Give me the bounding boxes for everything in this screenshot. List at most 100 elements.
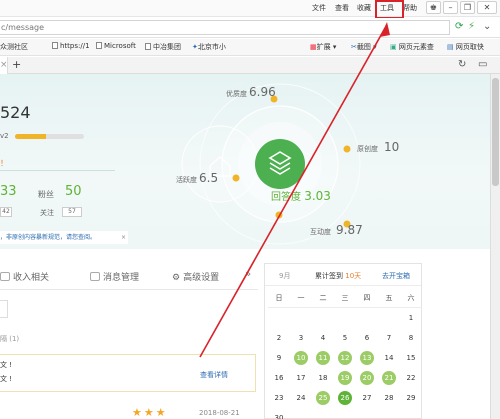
fans-value: 50 <box>65 184 82 199</box>
inspect-button[interactable]: ▣ 网页元素查 <box>390 42 434 52</box>
calendar-day[interactable]: 16 <box>272 371 286 385</box>
level-progress-fill <box>15 134 47 139</box>
menu-favorites[interactable]: 收藏 <box>357 3 371 13</box>
sign-days: 10天 <box>345 272 362 280</box>
calendar-day[interactable]: 9 <box>272 351 286 365</box>
extensions-label: 扩展 <box>316 43 331 51</box>
calendar-day[interactable]: 1 <box>404 311 418 325</box>
calendar-day[interactable]: 29 <box>404 391 418 405</box>
calendar-day[interactable]: 27 <box>360 391 374 405</box>
calendar-day[interactable]: 2 <box>272 331 286 345</box>
maximize-icon[interactable]: ❐ <box>460 1 475 14</box>
bookmark-community[interactable]: 众测社区 <box>0 42 28 52</box>
calendar-day[interactable]: 30 <box>272 411 286 419</box>
tab-list-icon[interactable]: ▭ <box>478 59 487 70</box>
follow-label: 关注 <box>40 209 54 217</box>
capture-button[interactable]: ▤ 网页取快 <box>447 42 484 52</box>
menu-file[interactable]: 文件 <box>312 3 326 13</box>
metric-value: 6.5 <box>199 171 219 185</box>
more-icon[interactable]: » <box>245 269 251 280</box>
tab-bar: × + ↻ ▭ <box>0 57 500 74</box>
calendar-day[interactable]: 19 <box>338 371 352 385</box>
weekday-label: 六 <box>407 294 415 302</box>
notice-bar[interactable]: ，非原创内容暴新规范，请您查阅。 × <box>0 231 128 244</box>
close-icon[interactable]: ✕ <box>477 1 497 14</box>
camera-icon: ▤ <box>447 43 454 51</box>
calendar-day[interactable]: 12 <box>338 351 352 365</box>
menu-view[interactable]: 查看 <box>335 3 349 13</box>
filter-field[interactable] <box>0 300 8 318</box>
calendar-day[interactable]: 21 <box>382 371 396 385</box>
calendar-day[interactable]: 25 <box>316 391 330 405</box>
metric-label: 活跃度 <box>176 176 197 184</box>
calendar-day[interactable]: 13 <box>360 351 374 365</box>
calendar-day[interactable]: 23 <box>272 391 286 405</box>
address-bar: c/message ⟳ ⚡ ⌄ <box>0 18 500 38</box>
calendar-day[interactable]: 6 <box>360 331 374 345</box>
bookmark-beijing[interactable]: ✦北京市小 <box>192 42 226 52</box>
new-tab-icon[interactable]: + <box>12 58 21 71</box>
bookmark-https[interactable]: https://1 <box>52 42 90 50</box>
refresh-icon[interactable]: ⟳ <box>455 21 463 32</box>
restore-tab-icon[interactable]: ↻ <box>458 59 466 70</box>
metric-center: 回答度 3.03 <box>271 188 331 203</box>
tab-label: 收入相关 <box>13 273 50 283</box>
bookmark-label: 北京市小 <box>197 43 226 51</box>
card-line: 文 ! <box>0 375 13 383</box>
calendar-day[interactable]: 3 <box>294 331 308 345</box>
tab-advanced[interactable]: ⚙ 高级设置 <box>172 270 219 283</box>
metric-label: 原创度 <box>357 145 378 153</box>
inspect-label: 网页元素查 <box>398 43 434 51</box>
metric-original: 原创度 10 <box>357 140 399 154</box>
calendar-day[interactable]: 20 <box>360 371 374 385</box>
calendar-day[interactable]: 26 <box>338 391 352 405</box>
screenshot-button[interactable]: ✂截图 ▾ <box>351 42 377 52</box>
page-scrollbar[interactable] <box>490 74 500 419</box>
menu-help[interactable]: 帮助 <box>403 3 417 13</box>
calendar-day[interactable]: 22 <box>404 371 418 385</box>
tab-messages[interactable]: 消息管理 <box>90 270 139 283</box>
capture-label: 网页取快 <box>455 43 484 51</box>
calendar-day[interactable]: 8 <box>404 331 418 345</box>
bookmark-microsoft[interactable]: Microsoft <box>96 42 136 50</box>
tab-label: 消息管理 <box>103 273 140 283</box>
calendar-day[interactable]: 24 <box>294 391 308 405</box>
skin-icon[interactable]: ♚ <box>426 1 441 14</box>
open-chest-link[interactable]: 去开宝箱 <box>382 271 410 281</box>
level-label: v2 <box>0 132 9 140</box>
bookmarks-bar: 众测社区 https://1 Microsoft 中冶集团 ✦北京市小 ▦扩展 … <box>0 39 500 56</box>
weekday-label: 四 <box>363 294 371 302</box>
calendar-day[interactable]: 5 <box>338 331 352 345</box>
close-icon[interactable]: × <box>121 231 126 244</box>
extensions-button[interactable]: ▦扩展 ▾ <box>310 42 336 52</box>
chevron-down-icon[interactable]: ⌄ <box>483 21 491 32</box>
calendar-day[interactable]: 28 <box>382 391 396 405</box>
speed-mode-icon[interactable]: ⚡ <box>468 21 475 32</box>
metric-value: 9.87 <box>336 223 363 237</box>
scrollbar-thumb[interactable] <box>492 78 499 186</box>
card-line: 文 ! <box>0 361 13 369</box>
marker-dot <box>232 174 240 182</box>
bookmark-zhongye[interactable]: 中冶集团 <box>145 42 181 52</box>
notice-card: 文 ! 文 ! 查看详情 <box>0 354 256 392</box>
view-details-link[interactable]: 查看详情 <box>200 370 228 380</box>
address-input[interactable]: c/message <box>0 20 450 35</box>
calendar-day[interactable]: 17 <box>294 371 308 385</box>
bookmark-label: 中冶集团 <box>153 43 181 51</box>
metric-value: 10 <box>384 140 400 154</box>
tab-close-icon[interactable]: × <box>0 57 8 74</box>
calendar-day[interactable]: 10 <box>294 351 308 365</box>
calendar-day[interactable]: 7 <box>382 331 396 345</box>
metric-interaction: 互动度 9.87 <box>310 223 363 237</box>
calendar-day[interactable]: 14 <box>382 351 396 365</box>
calendar-day[interactable]: 18 <box>316 371 330 385</box>
tab-income[interactable]: 收入相关 <box>0 270 49 283</box>
calendar-day[interactable]: 15 <box>404 351 418 365</box>
metric-quality: 优质度 6.96 <box>226 85 276 99</box>
calendar-day[interactable]: 4 <box>316 331 330 345</box>
follow-count-b: 57 <box>62 207 82 217</box>
calendar-day[interactable]: 11 <box>316 351 330 365</box>
weekday-label: 一 <box>297 294 305 302</box>
calendar-grid: 1 2 3 4 5 6 7 8 9 10 11 12 13 14 15 16 17 18 19 20 21 22 23 24 2… <box>268 307 422 419</box>
minimize-icon[interactable]: – <box>443 1 458 14</box>
